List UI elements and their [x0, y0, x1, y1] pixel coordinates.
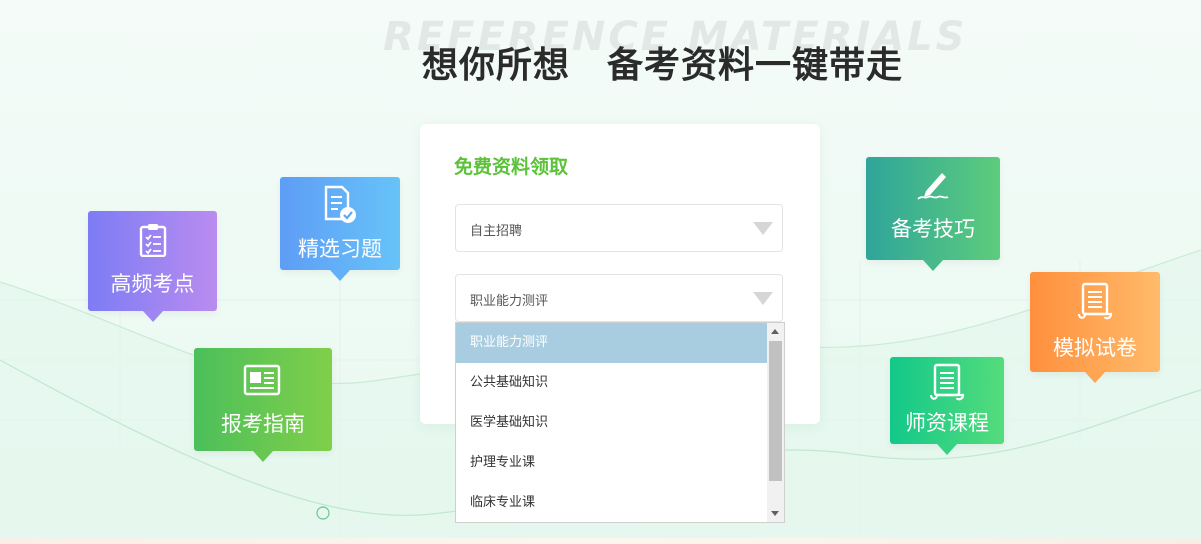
chevron-down-icon [753, 292, 773, 305]
tag-label-registration-guide: 报考指南 [221, 412, 305, 436]
dropdown-option[interactable]: 护理专业课 [456, 443, 767, 483]
tag-faculty-courses[interactable]: 师资课程 [890, 357, 1004, 455]
tag-label-mock-papers: 模拟试卷 [1053, 336, 1137, 360]
subject-dropdown-list[interactable]: 职业能力测评 公共基础知识 医学基础知识 护理专业课 临床专业课 [455, 322, 785, 523]
clipboard-checklist-icon [139, 224, 166, 257]
scroll-icon [1077, 282, 1113, 320]
bottom-strip [0, 538, 1201, 544]
tag-high-frequency-points[interactable]: 高频考点 [88, 211, 217, 322]
newspaper-icon [243, 364, 281, 396]
tag-label-selected-exercises: 精选习题 [298, 237, 382, 261]
chevron-down-icon [753, 222, 773, 235]
scroll-icon [929, 363, 965, 401]
tag-exam-tips[interactable]: 备考技巧 [866, 157, 1000, 271]
scroll-down-arrow-icon[interactable] [771, 511, 779, 516]
dropdown-scrollbar[interactable] [767, 323, 784, 522]
document-check-icon [324, 185, 356, 223]
scrollbar-thumb[interactable] [769, 341, 782, 481]
tag-label-faculty-courses: 师资课程 [905, 411, 989, 435]
page-headline: 想你所想 备考资料一键带走 [422, 45, 904, 86]
form-title: 免费资料领取 [454, 156, 569, 178]
dropdown-option[interactable]: 公共基础知识 [456, 363, 767, 403]
tag-selected-exercises[interactable]: 精选习题 [280, 177, 400, 281]
tag-mock-papers[interactable]: 模拟试卷 [1030, 272, 1160, 383]
dropdown-option[interactable]: 临床专业课 [456, 483, 767, 522]
category-select[interactable]: 自主招聘 [455, 204, 783, 252]
dropdown-option[interactable]: 医学基础知识 [456, 403, 767, 443]
tag-registration-guide[interactable]: 报考指南 [194, 348, 332, 462]
subject-select[interactable]: 职业能力测评 [455, 274, 783, 322]
pen-signature-icon [917, 173, 949, 200]
subject-select-value: 职业能力测评 [470, 294, 549, 309]
tag-label-exam-tips: 备考技巧 [891, 217, 975, 241]
tag-label-high-frequency-points: 高频考点 [110, 272, 195, 296]
category-select-value: 自主招聘 [470, 224, 523, 239]
dropdown-option[interactable]: 职业能力测评 [456, 323, 767, 363]
scroll-up-arrow-icon[interactable] [771, 329, 779, 334]
